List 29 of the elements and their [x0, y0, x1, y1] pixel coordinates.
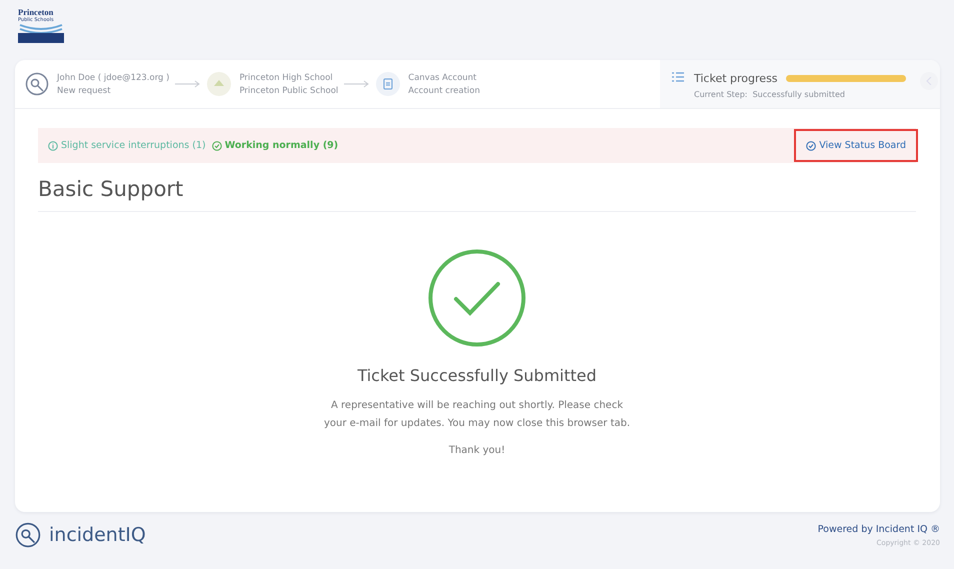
status-board-link[interactable]: View Status Board	[794, 129, 918, 162]
magnifier-icon	[25, 72, 49, 96]
service-status: Slight service interruptions (1)	[61, 140, 206, 151]
info-icon	[48, 140, 58, 150]
breadcrumb-subtitle: New request	[57, 86, 112, 96]
school-icon	[207, 72, 232, 96]
check-circle-icon	[428, 249, 526, 347]
thank-you-text: Thank you!	[448, 445, 506, 456]
brand-name: incidentIQ	[49, 524, 146, 546]
powered-by-link[interactable]: Powered by Incident IQ ®	[818, 524, 940, 534]
arrow-icon	[344, 80, 370, 88]
service-status: Working normally (9)	[224, 140, 338, 151]
page-title: Basic Support	[38, 177, 184, 201]
breadcrumb-subtitle: Account creation	[408, 86, 480, 96]
check-circle-icon	[212, 140, 222, 150]
breadcrumb-title: John Doe ( jdoe@123.org )	[57, 72, 170, 82]
arrow-icon	[175, 80, 202, 88]
breadcrumb-title: Canvas Account	[408, 72, 478, 82]
breadcrumb-subtitle: Princeton Public School	[239, 86, 338, 96]
breadcrumb-title: Princeton High School	[239, 72, 334, 82]
success-message: A representative will be reaching out shortly. Please check your e-mail for updates. You may now close this browser tab.	[322, 399, 632, 431]
clipboard-icon	[376, 72, 400, 96]
current-step: Current Step: Successfully submitted	[694, 90, 906, 99]
check-circle-icon	[806, 140, 816, 150]
list-icon	[672, 72, 684, 82]
collapse-button[interactable]	[920, 72, 938, 90]
success-title: Ticket Successfully Submitted	[357, 366, 597, 385]
magnifier-icon	[15, 522, 41, 548]
progress-title: Ticket progress	[694, 72, 778, 85]
